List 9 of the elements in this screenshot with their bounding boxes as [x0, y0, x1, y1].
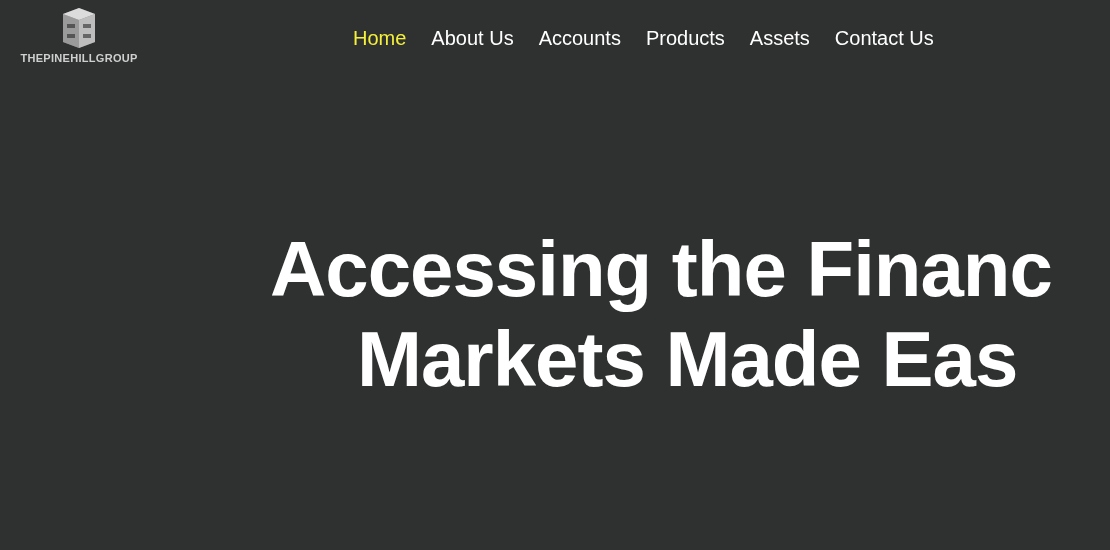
nav-link[interactable]: Accounts — [538, 27, 621, 50]
hero-heading-line: Markets Made Eas — [357, 314, 1018, 404]
logo-link[interactable]: THEPINEHILLGROUP — [20, 52, 138, 64]
nav-link[interactable]: Home — [353, 27, 407, 50]
hero-heading-line: Accessing the Financ — [270, 224, 1052, 314]
nav-link[interactable]: Products — [645, 27, 725, 50]
nav-link[interactable]: Assets — [749, 27, 810, 50]
nav-link[interactable]: About Us — [431, 27, 514, 50]
nav-link[interactable]: Contact Us — [834, 27, 934, 50]
